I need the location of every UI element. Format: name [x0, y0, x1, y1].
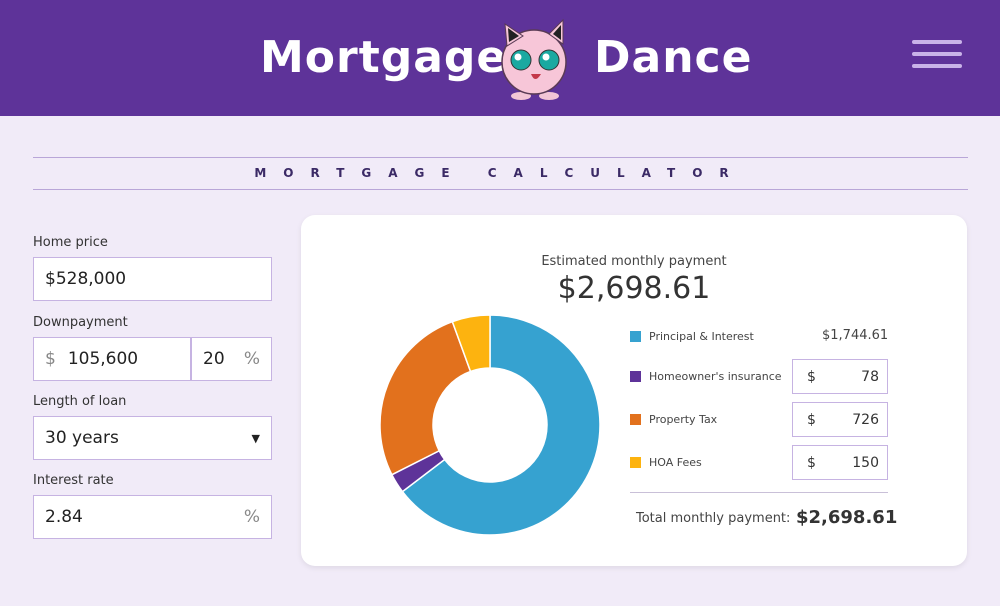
legend-label: HOA Fees	[649, 456, 702, 469]
interest-rate-value: 2.84	[45, 507, 83, 527]
percent-symbol: %	[243, 349, 260, 369]
downpayment-amount-value: 105,600	[67, 349, 139, 369]
cost-value: 78	[861, 368, 879, 385]
loan-length-label: Length of loan	[33, 394, 127, 409]
chevron-down-icon: ▼	[251, 431, 260, 445]
downpayment-amount-input[interactable]: $ 105,600	[33, 337, 191, 381]
donut-slice-property-tax	[379, 320, 472, 476]
total-payment-label: Total monthly payment:	[636, 511, 791, 526]
home-price-label: Home price	[33, 235, 108, 250]
legend-item: HOA Fees	[630, 456, 702, 469]
cost-input[interactable]: $150	[792, 445, 888, 480]
payment-donut-chart	[379, 314, 601, 536]
legend-item: Homeowner's insurance	[630, 370, 782, 383]
site-title-right: Dance	[594, 32, 753, 83]
legend-swatch	[630, 457, 641, 468]
home-price-value: $528,000	[45, 269, 127, 289]
cost-value: 150	[852, 454, 879, 471]
legend-item: Principal & Interest	[630, 330, 754, 343]
estimated-payment-label: Estimated monthly payment	[541, 254, 727, 269]
jigglypuff-mascot-icon	[501, 18, 567, 100]
cost-value: 726	[852, 411, 879, 428]
downpayment-percent-input[interactable]: 20 %	[191, 337, 272, 381]
hamburger-menu-button[interactable]	[912, 40, 962, 70]
cost-input[interactable]: $726	[792, 402, 888, 437]
cost-input[interactable]: $78	[792, 359, 888, 394]
currency-symbol: $	[807, 368, 816, 385]
legend-swatch	[630, 414, 641, 425]
total-payment-value: $2,698.61	[796, 507, 898, 528]
section-title: MORTGAGE CALCULATOR	[254, 166, 746, 180]
legend-item: Property Tax	[630, 413, 717, 426]
legend-label: Homeowner's insurance	[649, 370, 782, 383]
percent-symbol: %	[243, 507, 260, 527]
divider	[33, 157, 968, 158]
currency-symbol: $	[807, 411, 816, 428]
legend-swatch	[630, 371, 641, 382]
principal-interest-value: $1,744.61	[822, 328, 889, 343]
header: Mortgage Dance	[0, 0, 1000, 116]
divider	[33, 189, 968, 190]
divider	[630, 492, 888, 493]
interest-rate-label: Interest rate	[33, 473, 114, 488]
legend-swatch	[630, 331, 641, 342]
loan-length-select[interactable]: 30 years ▼	[33, 416, 272, 460]
home-price-input[interactable]: $528,000	[33, 257, 272, 301]
interest-rate-input[interactable]: 2.84 %	[33, 495, 272, 539]
site-title-left: Mortgage	[260, 32, 508, 83]
legend-label: Principal & Interest	[649, 330, 754, 343]
legend-label: Property Tax	[649, 413, 718, 426]
loan-length-value: 30 years	[45, 428, 119, 448]
estimated-payment-value: $2,698.61	[557, 271, 711, 306]
downpayment-label: Downpayment	[33, 315, 128, 330]
currency-symbol: $	[45, 349, 56, 369]
currency-symbol: $	[807, 454, 816, 471]
downpayment-percent-value: 20	[203, 349, 225, 369]
